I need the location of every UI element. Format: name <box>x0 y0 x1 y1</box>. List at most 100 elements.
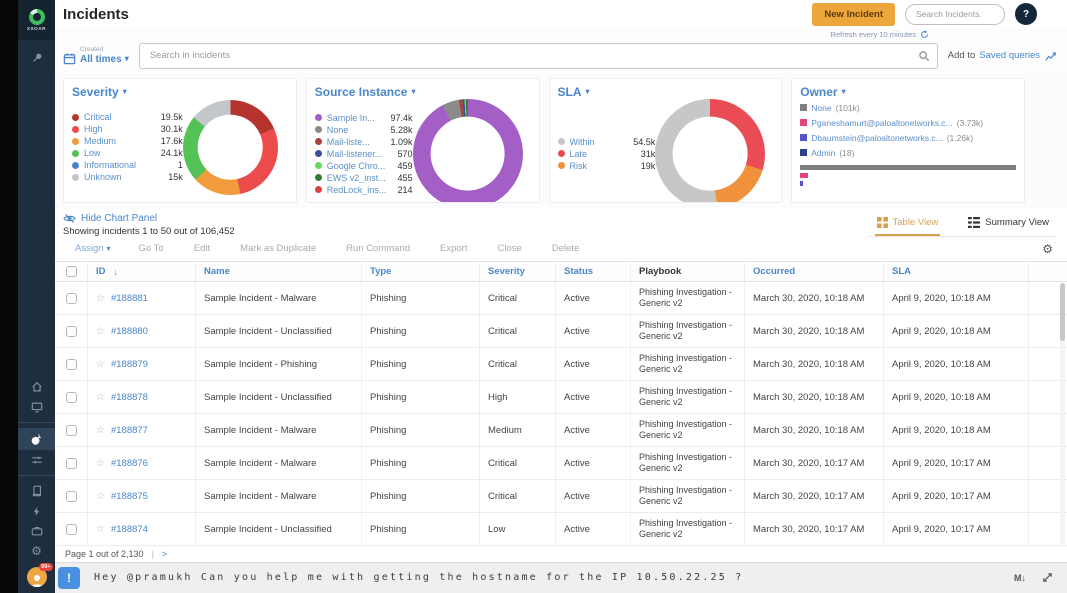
xsoar-logo[interactable]: XSOAR <box>18 0 55 40</box>
row-checkbox[interactable] <box>66 425 77 436</box>
incident-id-link[interactable]: #188878 <box>111 392 148 403</box>
sidebar-item-playbooks[interactable] <box>18 481 55 501</box>
sla-chart-title[interactable]: SLA▾ <box>558 85 774 99</box>
star-icon[interactable]: ☆ <box>96 458 105 469</box>
column-header-name[interactable]: Name <box>196 262 362 281</box>
incident-row[interactable]: ☆#188874 Sample Incident - Unclassified … <box>55 513 1067 546</box>
severity-donut-chart[interactable] <box>183 100 278 195</box>
toolbar-action-button[interactable]: Go To <box>139 243 164 254</box>
star-icon[interactable]: ☆ <box>96 425 105 436</box>
pin-sidebar-button[interactable] <box>18 48 55 68</box>
source-instance-donut-chart[interactable] <box>413 99 523 203</box>
sidebar-item-incidents[interactable] <box>18 428 55 450</box>
row-checkbox[interactable] <box>66 293 77 304</box>
column-header-type[interactable]: Type <box>362 262 480 281</box>
legend-item[interactable]: Critical 19.5k <box>72 112 183 122</box>
incident-id-link[interactable]: #188879 <box>111 359 148 370</box>
legend-item[interactable]: Admin (18) <box>800 148 854 158</box>
legend-item[interactable]: Medium 17.6k <box>72 136 183 146</box>
owner-bar[interactable] <box>800 181 803 186</box>
legend-item[interactable]: Mail-liste... 1.09k <box>315 137 413 147</box>
expand-icon[interactable] <box>1042 572 1053 583</box>
tab-summary-view[interactable]: Summary View <box>966 213 1051 236</box>
legend-item[interactable]: Google Chro... 459 <box>315 161 413 171</box>
markdown-icon[interactable]: M↓ <box>1014 573 1026 583</box>
incident-id-link[interactable]: #188875 <box>111 491 148 502</box>
star-icon[interactable]: ☆ <box>96 326 105 337</box>
legend-item[interactable]: Risk 19k <box>558 161 656 171</box>
legend-item[interactable]: High 30.1k <box>72 124 183 134</box>
legend-item[interactable]: Within 54.5k <box>558 137 656 147</box>
owner-chart-title[interactable]: Owner▾ <box>800 85 1016 99</box>
incident-row[interactable]: ☆#188875 Sample Incident - Malware Phish… <box>55 480 1067 513</box>
sidebar-item-settings[interactable]: ⚙ <box>18 541 55 561</box>
column-header-occurred[interactable]: Occurred <box>745 262 884 281</box>
incident-row[interactable]: ☆#188881 Sample Incident - Malware Phish… <box>55 282 1067 315</box>
row-checkbox[interactable] <box>66 491 77 502</box>
incident-id-link[interactable]: #188881 <box>111 293 148 304</box>
owner-bar-chart[interactable] <box>800 165 1016 186</box>
incident-row[interactable]: ☆#188877 Sample Incident - Malware Phish… <box>55 414 1067 447</box>
row-checkbox[interactable] <box>66 458 77 469</box>
toolbar-action-button[interactable]: Mark as Duplicate <box>240 243 316 254</box>
incident-row[interactable]: ☆#188876 Sample Incident - Malware Phish… <box>55 447 1067 480</box>
next-page-button[interactable]: > <box>162 549 167 559</box>
legend-item[interactable]: Late 31k <box>558 149 656 159</box>
star-icon[interactable]: ☆ <box>96 359 105 370</box>
column-header-status[interactable]: Status <box>556 262 631 281</box>
legend-item[interactable]: Sample In... 97.4k <box>315 113 413 123</box>
column-header-severity[interactable]: Severity <box>480 262 556 281</box>
legend-item[interactable]: Low 24.1k <box>72 148 183 158</box>
select-all-checkbox[interactable] <box>66 266 77 277</box>
row-checkbox[interactable] <box>66 326 77 337</box>
legend-item[interactable]: None (101k) <box>800 103 1006 113</box>
sidebar-item-dashboards[interactable] <box>18 397 55 417</box>
owner-bar[interactable] <box>800 173 808 178</box>
sidebar-item-threat-intel[interactable] <box>18 450 55 470</box>
sidebar-item-jobs[interactable] <box>18 521 55 541</box>
legend-item[interactable]: Mail-listener... 570 <box>315 149 413 159</box>
owner-bar[interactable] <box>800 165 1016 170</box>
source-instance-chart-title[interactable]: Source Instance▾ <box>315 85 531 99</box>
column-header-id[interactable]: ID↓ <box>88 262 196 281</box>
scrollbar-thumb[interactable] <box>1060 283 1065 341</box>
refresh-note[interactable]: Refresh every 10 minutes <box>831 30 929 39</box>
legend-item[interactable]: Pganeshamurt@paloaltonetworks.c... (3.73… <box>800 118 1006 128</box>
incident-row[interactable]: ☆#188880 Sample Incident - Unclassified … <box>55 315 1067 348</box>
incident-id-link[interactable]: #188876 <box>111 458 148 469</box>
created-time-filter[interactable]: Created All times▾ <box>63 46 129 64</box>
global-search-input[interactable] <box>905 4 1005 25</box>
tab-table-view[interactable]: Table View <box>875 213 941 236</box>
row-checkbox[interactable] <box>66 524 77 535</box>
new-incident-button[interactable]: New Incident <box>812 3 895 26</box>
row-checkbox[interactable] <box>66 359 77 370</box>
sidebar-item-automation[interactable] <box>18 501 55 521</box>
table-scrollbar[interactable] <box>1060 283 1065 544</box>
add-to-saved-queries[interactable]: Add to Saved queries <box>948 50 1057 62</box>
star-icon[interactable]: ☆ <box>96 293 105 304</box>
toolbar-action-button[interactable]: Export <box>440 243 467 254</box>
help-button[interactable]: ? <box>1015 3 1037 25</box>
toolbar-action-button[interactable]: Run Command <box>346 243 410 254</box>
incident-search-input[interactable] <box>139 43 938 69</box>
toolbar-action-button[interactable]: Close <box>497 243 521 254</box>
incident-id-link[interactable]: #188874 <box>111 524 148 535</box>
legend-item[interactable]: RedLock_ins... 214 <box>315 185 413 195</box>
sidebar-item-home[interactable] <box>18 377 55 397</box>
hide-chart-panel-link[interactable]: Hide Chart Panel <box>63 213 235 224</box>
row-checkbox[interactable] <box>66 392 77 403</box>
legend-item[interactable]: EWS v2_inst... 455 <box>315 173 413 183</box>
incident-row[interactable]: ☆#188879 Sample Incident - Phishing Phis… <box>55 348 1067 381</box>
column-header-playbook[interactable]: Playbook <box>631 262 745 281</box>
chat-action-button[interactable]: ! <box>58 567 80 589</box>
legend-item[interactable]: Unknown 15k <box>72 172 183 182</box>
star-icon[interactable]: ☆ <box>96 524 105 535</box>
toolbar-action-button[interactable]: Delete <box>552 243 579 254</box>
star-icon[interactable]: ☆ <box>96 392 105 403</box>
toolbar-action-button[interactable]: Edit <box>194 243 210 254</box>
star-icon[interactable]: ☆ <box>96 491 105 502</box>
incident-id-link[interactable]: #188880 <box>111 326 148 337</box>
severity-chart-title[interactable]: Severity▾ <box>72 85 288 99</box>
incident-row[interactable]: ☆#188878 Sample Incident - Unclassified … <box>55 381 1067 414</box>
table-settings-gear-icon[interactable]: ⚙ <box>1042 242 1053 256</box>
